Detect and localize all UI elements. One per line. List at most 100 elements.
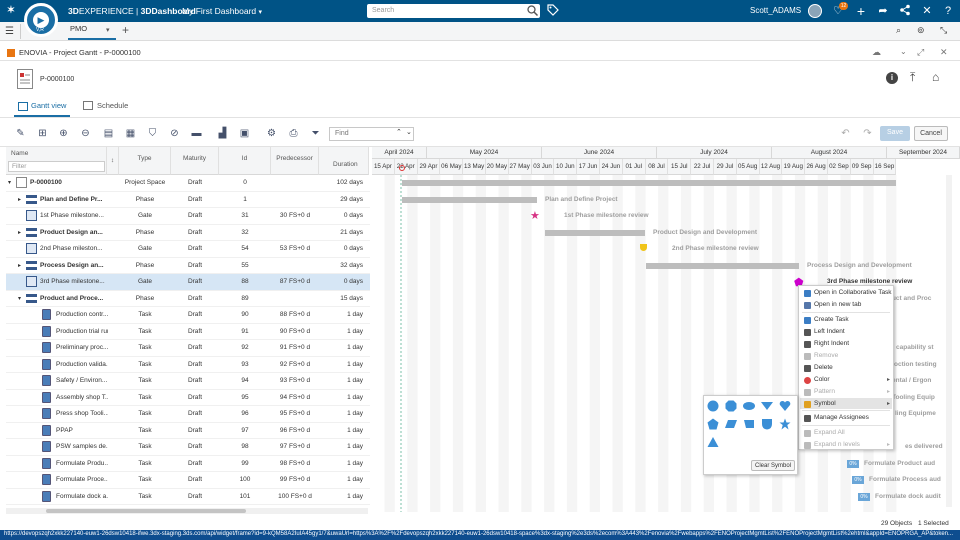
baseline-icon[interactable]: ⊘: [168, 127, 181, 140]
col-header-predecessor[interactable]: Predecessor: [271, 147, 319, 175]
col-header-id[interactable]: Id: [219, 147, 271, 175]
menu-item-delete[interactable]: Delete: [814, 364, 833, 371]
pentagon-symbol-icon[interactable]: [707, 418, 719, 430]
row-name[interactable]: Formulate dock a...: [56, 493, 108, 500]
col-header-name[interactable]: Name Filter: [6, 147, 107, 175]
phase-bar[interactable]: [545, 229, 645, 236]
settings-icon[interactable]: ⚙: [265, 127, 278, 140]
tab-chevron-down-icon[interactable]: ▾: [106, 26, 110, 34]
search-input[interactable]: Search: [367, 4, 540, 18]
menu-item-pattern[interactable]: Pattern: [814, 388, 835, 395]
table-row[interactable]: Assembly shop T... Task Draft 95 94 FS+0 d 1 …: [6, 390, 370, 406]
col-header-duration[interactable]: Duration: [319, 147, 369, 175]
triangle-symbol-icon[interactable]: [707, 436, 719, 448]
row-name[interactable]: Assembly shop T...: [56, 394, 108, 401]
row-name[interactable]: 3rd Phase milestone...: [40, 278, 108, 285]
tab-gantt-view[interactable]: Gantt view: [31, 101, 66, 110]
expand-icon[interactable]: ⤡: [940, 25, 947, 36]
tab-schedule[interactable]: Schedule: [97, 101, 128, 110]
dashboard-selector[interactable]: My First Dashboard ▾: [182, 6, 262, 16]
zoom-icon[interactable]: ⌕: [896, 25, 901, 36]
row-name[interactable]: PSW samples de...: [56, 443, 108, 450]
widget-chevron-down-icon[interactable]: ⌄: [900, 47, 907, 56]
progress-badge[interactable]: 0%: [858, 492, 870, 501]
parallelogram-symbol-icon[interactable]: [725, 418, 737, 430]
row-name[interactable]: Safety / Environ...: [56, 377, 108, 384]
link-icon[interactable]: ▬: [190, 127, 203, 140]
find-down-icon[interactable]: ⌄: [406, 128, 412, 136]
table-row[interactable]: Production valida... Task Draft 93 92 FS+0 d…: [6, 357, 370, 373]
table-row[interactable]: 3rd Phase milestone... Gate Draft 88 87 FS+0…: [6, 274, 370, 291]
critical-path-icon[interactable]: ⛉: [146, 127, 159, 140]
table-row[interactable]: Formulate dock a... Task Draft 101 100 FS+0 …: [6, 489, 370, 505]
fit-icon[interactable]: ⊞: [36, 127, 49, 140]
menu-item-expand-all[interactable]: Expand All: [814, 429, 845, 436]
row-name[interactable]: Formulate Produ...: [56, 460, 108, 467]
menu-item-left-indent[interactable]: Left Indent: [814, 328, 845, 335]
avatar[interactable]: [808, 4, 822, 18]
add-tab-icon[interactable]: +: [122, 23, 129, 37]
table-row[interactable]: Preliminary proc... Task Draft 92 91 FS+0 d 1…: [6, 340, 370, 357]
compass-icon[interactable]: ▶ V,R: [24, 3, 58, 37]
menu-item-symbol[interactable]: Symbol: [814, 400, 836, 407]
shield-symbol-icon[interactable]: [761, 418, 773, 430]
col-header-type[interactable]: Type: [119, 147, 171, 175]
row-name[interactable]: Preliminary proc...: [56, 344, 108, 351]
help-icon[interactable]: ?: [941, 4, 955, 18]
star-milestone-icon[interactable]: ★: [530, 209, 540, 222]
phase-bar[interactable]: [402, 196, 537, 203]
table-row[interactable]: PSW samples de... Task Draft 98 97 FS+0 d 1 d…: [6, 439, 370, 456]
menu-item-expand-n-levels[interactable]: Expand n levels: [814, 441, 860, 448]
table-row[interactable]: Formulate Proce... Task Draft 100 99 FS+0 d 1…: [6, 472, 370, 489]
share-arrow-icon[interactable]: ➦: [876, 4, 890, 18]
row-name[interactable]: Production contr...: [56, 311, 108, 318]
heart-symbol-icon[interactable]: [779, 400, 791, 412]
table-row[interactable]: 1st Phase milestone... Gate Draft 31 30 FS+0…: [6, 208, 370, 225]
chevron-symbol-icon[interactable]: [761, 400, 773, 412]
share-view-icon[interactable]: ⊚: [917, 25, 925, 36]
col-header-maturity[interactable]: Maturity: [171, 147, 219, 175]
row-name[interactable]: P-0000100: [30, 179, 108, 186]
row-name[interactable]: 2nd Phase mileston...: [40, 245, 108, 252]
table-row[interactable]: ▸ Process Design an... Phase Draft 55 32 days: [6, 258, 370, 274]
print-icon[interactable]: ⎙: [287, 127, 300, 140]
row-name[interactable]: Product and Proce...: [40, 295, 108, 302]
table-row[interactable]: Safety / Environ... Task Draft 94 93 FS+0 d 1…: [6, 373, 370, 390]
progress-badge[interactable]: 0%: [852, 476, 864, 484]
row-name[interactable]: Press shop Tooli...: [56, 410, 108, 417]
menu-item-open-in-new-tab[interactable]: Open in new tab: [814, 301, 861, 308]
row-name[interactable]: Product Design an...: [40, 229, 108, 236]
circle-symbol-icon[interactable]: [707, 400, 719, 412]
cloud-icon[interactable]: ☁: [872, 47, 881, 58]
grid-hscroll[interactable]: [6, 508, 368, 514]
filter-icon[interactable]: ⏷: [309, 127, 322, 140]
column-icon[interactable]: ▤: [102, 127, 115, 140]
add-icon[interactable]: +: [854, 4, 868, 18]
gantt-vscroll[interactable]: [946, 175, 952, 507]
share-icon[interactable]: [898, 4, 912, 18]
expand-toggle-icon[interactable]: ▸: [18, 196, 21, 203]
clear-symbol-button[interactable]: Clear Symbol: [751, 460, 795, 471]
expand-toggle-icon[interactable]: ▸: [18, 262, 21, 269]
project-bar[interactable]: [402, 180, 896, 186]
undo-icon[interactable]: ↶: [839, 127, 852, 140]
hscroll-thumb[interactable]: [46, 509, 246, 513]
upload-icon[interactable]: ⤒: [910, 70, 915, 85]
export-icon[interactable]: ▣: [238, 127, 251, 140]
chart-icon[interactable]: ▟: [216, 127, 229, 140]
maximize-icon[interactable]: ⤢: [917, 47, 924, 58]
table-row[interactable]: ▸ Plan and Define Pr... Phase Draft 1 29 days: [6, 192, 370, 208]
table-icon[interactable]: ▦: [124, 127, 137, 140]
user-name[interactable]: Scott_ADAMS: [750, 6, 801, 15]
search-icon[interactable]: [526, 4, 539, 17]
table-row[interactable]: ▾ Product and Proce... Phase Draft 89 15 days: [6, 291, 370, 307]
table-row[interactable]: 2nd Phase mileston... Gate Draft 54 53 FS+0 …: [6, 241, 370, 258]
expand-toggle-icon[interactable]: ▾: [8, 179, 11, 186]
tab-pmo[interactable]: PMO: [70, 24, 87, 33]
find-up-icon[interactable]: ⌃: [396, 128, 402, 136]
table-row[interactable]: ▸ Product Design an... Phase Draft 32 21 days: [6, 225, 370, 241]
row-name[interactable]: Formulate Proce...: [56, 476, 108, 483]
menu-item-color[interactable]: Color: [814, 376, 830, 383]
ellipse-symbol-icon[interactable]: [743, 400, 755, 412]
row-name[interactable]: Production trial run: [56, 328, 108, 335]
